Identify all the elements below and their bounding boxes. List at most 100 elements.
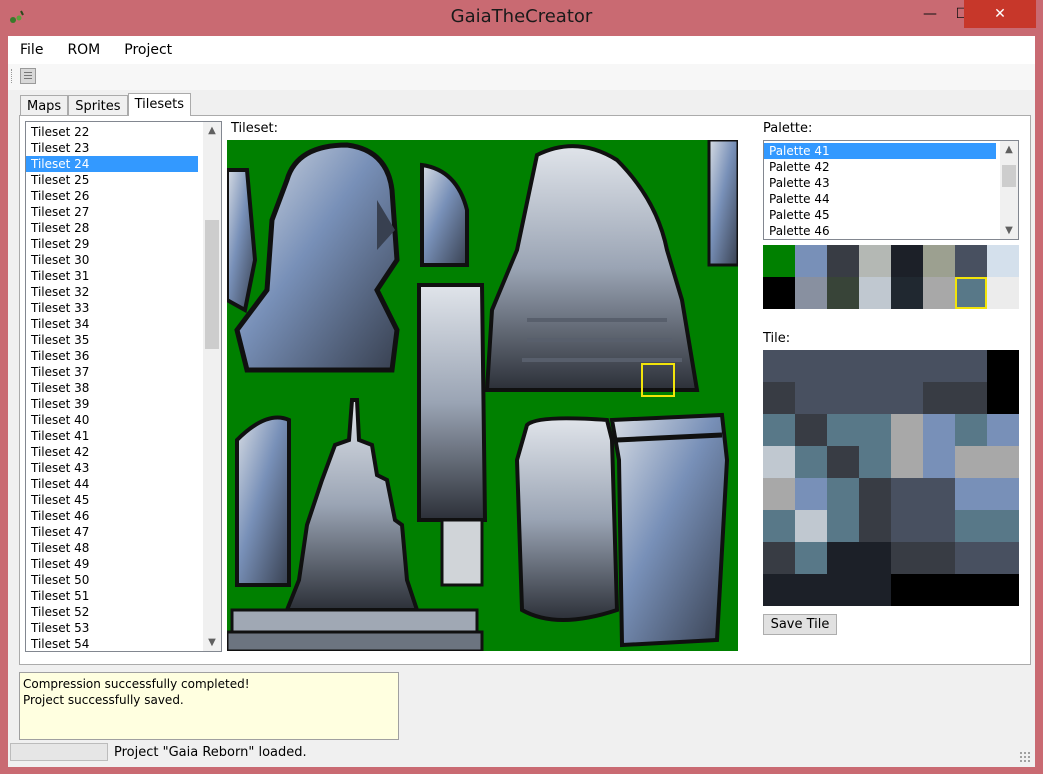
tileset-list-item[interactable]: Tileset 54 bbox=[26, 636, 198, 651]
tileset-list-item[interactable]: Tileset 40 bbox=[26, 412, 198, 428]
tile-pixel[interactable] bbox=[859, 542, 891, 574]
tileset-list-item[interactable]: Tileset 53 bbox=[26, 620, 198, 636]
tile-pixel[interactable] bbox=[859, 414, 891, 446]
tileset-list-item[interactable]: Tileset 45 bbox=[26, 492, 198, 508]
tileset-list-item[interactable]: Tileset 26 bbox=[26, 188, 198, 204]
tile-pixel[interactable] bbox=[763, 478, 795, 510]
tile-pixel[interactable] bbox=[795, 510, 827, 542]
tileset-list-item[interactable]: Tileset 41 bbox=[26, 428, 198, 444]
palette-swatch[interactable] bbox=[923, 277, 955, 309]
palette-list-item[interactable]: Palette 41 bbox=[764, 143, 996, 159]
palette-swatch[interactable] bbox=[955, 245, 987, 277]
tile-pixel[interactable] bbox=[987, 574, 1019, 606]
palette-swatch[interactable] bbox=[955, 277, 987, 309]
tileset-canvas[interactable] bbox=[227, 140, 738, 651]
tile-pixel[interactable] bbox=[763, 542, 795, 574]
menu-project[interactable]: Project bbox=[112, 36, 184, 64]
tile-pixel[interactable] bbox=[763, 350, 795, 382]
palette-swatch[interactable] bbox=[987, 277, 1019, 309]
tile-pixel[interactable] bbox=[955, 574, 987, 606]
toolbar-grip[interactable] bbox=[11, 69, 14, 83]
tile-pixel[interactable] bbox=[923, 382, 955, 414]
palette-list-item[interactable]: Palette 43 bbox=[764, 175, 996, 191]
tileset-list-item[interactable]: Tileset 25 bbox=[26, 172, 198, 188]
tileset-list-item[interactable]: Tileset 52 bbox=[26, 604, 198, 620]
tileset-list-item[interactable]: Tileset 34 bbox=[26, 316, 198, 332]
palette-swatch[interactable] bbox=[859, 245, 891, 277]
tile-pixel[interactable] bbox=[923, 478, 955, 510]
tab-maps[interactable]: Maps bbox=[20, 95, 69, 116]
palette-swatch[interactable] bbox=[763, 245, 795, 277]
tileset-list-item[interactable]: Tileset 36 bbox=[26, 348, 198, 364]
tile-pixel[interactable] bbox=[923, 446, 955, 478]
tile-pixel[interactable] bbox=[827, 478, 859, 510]
tile-pixel[interactable] bbox=[891, 414, 923, 446]
tile-pixel[interactable] bbox=[987, 350, 1019, 382]
tile-pixel[interactable] bbox=[923, 414, 955, 446]
tile-pixel[interactable] bbox=[827, 382, 859, 414]
tile-pixel[interactable] bbox=[763, 414, 795, 446]
tile-pixel[interactable] bbox=[795, 414, 827, 446]
tile-pixel[interactable] bbox=[955, 542, 987, 574]
tileset-list-item[interactable]: Tileset 22 bbox=[26, 124, 198, 140]
tile-pixel[interactable] bbox=[891, 510, 923, 542]
palette-swatch[interactable] bbox=[827, 245, 859, 277]
tile-pixel[interactable] bbox=[891, 478, 923, 510]
tile-pixel[interactable] bbox=[955, 350, 987, 382]
tileset-list-item[interactable]: Tileset 23 bbox=[26, 140, 198, 156]
tile-pixel[interactable] bbox=[891, 542, 923, 574]
tile-pixel[interactable] bbox=[891, 574, 923, 606]
tile-pixel[interactable] bbox=[763, 510, 795, 542]
tile-pixel[interactable] bbox=[955, 478, 987, 510]
tileset-list[interactable]: Tileset 22 Tileset 23 Tileset 24 Tileset 25… bbox=[25, 121, 222, 652]
tileset-list-item[interactable]: Tileset 47 bbox=[26, 524, 198, 540]
tileset-list-item[interactable]: Tileset 28 bbox=[26, 220, 198, 236]
scroll-up-icon[interactable]: ▲ bbox=[203, 122, 221, 139]
tileset-list-scrollbar[interactable]: ▲ ▼ bbox=[203, 122, 221, 651]
palette-list-item[interactable]: Palette 46 bbox=[764, 223, 996, 239]
tileset-list-item[interactable]: Tileset 37 bbox=[26, 364, 198, 380]
tile-pixel[interactable] bbox=[859, 478, 891, 510]
tileset-list-item[interactable]: Tileset 33 bbox=[26, 300, 198, 316]
document-icon[interactable] bbox=[20, 68, 36, 84]
palette-list[interactable]: Palette 41 Palette 42 Palette 43 Palette 44… bbox=[763, 140, 1019, 240]
palette-swatch[interactable] bbox=[891, 277, 923, 309]
tileset-list-item[interactable]: Tileset 38 bbox=[26, 380, 198, 396]
tile-pixel[interactable] bbox=[987, 414, 1019, 446]
palette-swatch[interactable] bbox=[891, 245, 923, 277]
tileset-list-item[interactable]: Tileset 29 bbox=[26, 236, 198, 252]
resize-grip-icon[interactable] bbox=[1019, 751, 1031, 763]
tile-pixel[interactable] bbox=[891, 446, 923, 478]
tile-pixel[interactable] bbox=[955, 382, 987, 414]
scroll-down-icon[interactable]: ▼ bbox=[1000, 222, 1018, 239]
palette-swatch[interactable] bbox=[795, 245, 827, 277]
tile-pixel[interactable] bbox=[795, 382, 827, 414]
tileset-list-item[interactable]: Tileset 24 bbox=[26, 156, 198, 172]
tile-pixel[interactable] bbox=[763, 446, 795, 478]
tile-pixel[interactable] bbox=[827, 414, 859, 446]
close-button[interactable]: ✕ bbox=[964, 0, 1036, 28]
tile-pixel[interactable] bbox=[795, 574, 827, 606]
palette-list-item[interactable]: Palette 42 bbox=[764, 159, 996, 175]
tileset-list-item[interactable]: Tileset 46 bbox=[26, 508, 198, 524]
scrollbar-thumb[interactable] bbox=[1002, 165, 1016, 187]
tile-pixel[interactable] bbox=[763, 574, 795, 606]
palette-swatch[interactable] bbox=[859, 277, 891, 309]
tileset-list-item[interactable]: Tileset 43 bbox=[26, 460, 198, 476]
tileset-list-item[interactable]: Tileset 30 bbox=[26, 252, 198, 268]
tileset-list-item[interactable]: Tileset 44 bbox=[26, 476, 198, 492]
tile-pixel[interactable] bbox=[923, 542, 955, 574]
tileset-list-item[interactable]: Tileset 32 bbox=[26, 284, 198, 300]
tile-pixel[interactable] bbox=[859, 382, 891, 414]
menu-file[interactable]: File bbox=[8, 36, 55, 64]
palette-list-item[interactable]: Palette 44 bbox=[764, 191, 996, 207]
tileset-list-item[interactable]: Tileset 35 bbox=[26, 332, 198, 348]
palette-swatch[interactable] bbox=[827, 277, 859, 309]
tile-pixel[interactable] bbox=[763, 382, 795, 414]
tab-sprites[interactable]: Sprites bbox=[68, 95, 128, 116]
tab-tilesets[interactable]: Tilesets bbox=[127, 93, 191, 116]
tile-pixel[interactable] bbox=[987, 446, 1019, 478]
tile-pixel[interactable] bbox=[891, 350, 923, 382]
scroll-up-icon[interactable]: ▲ bbox=[1000, 141, 1018, 158]
tile-pixel[interactable] bbox=[827, 542, 859, 574]
